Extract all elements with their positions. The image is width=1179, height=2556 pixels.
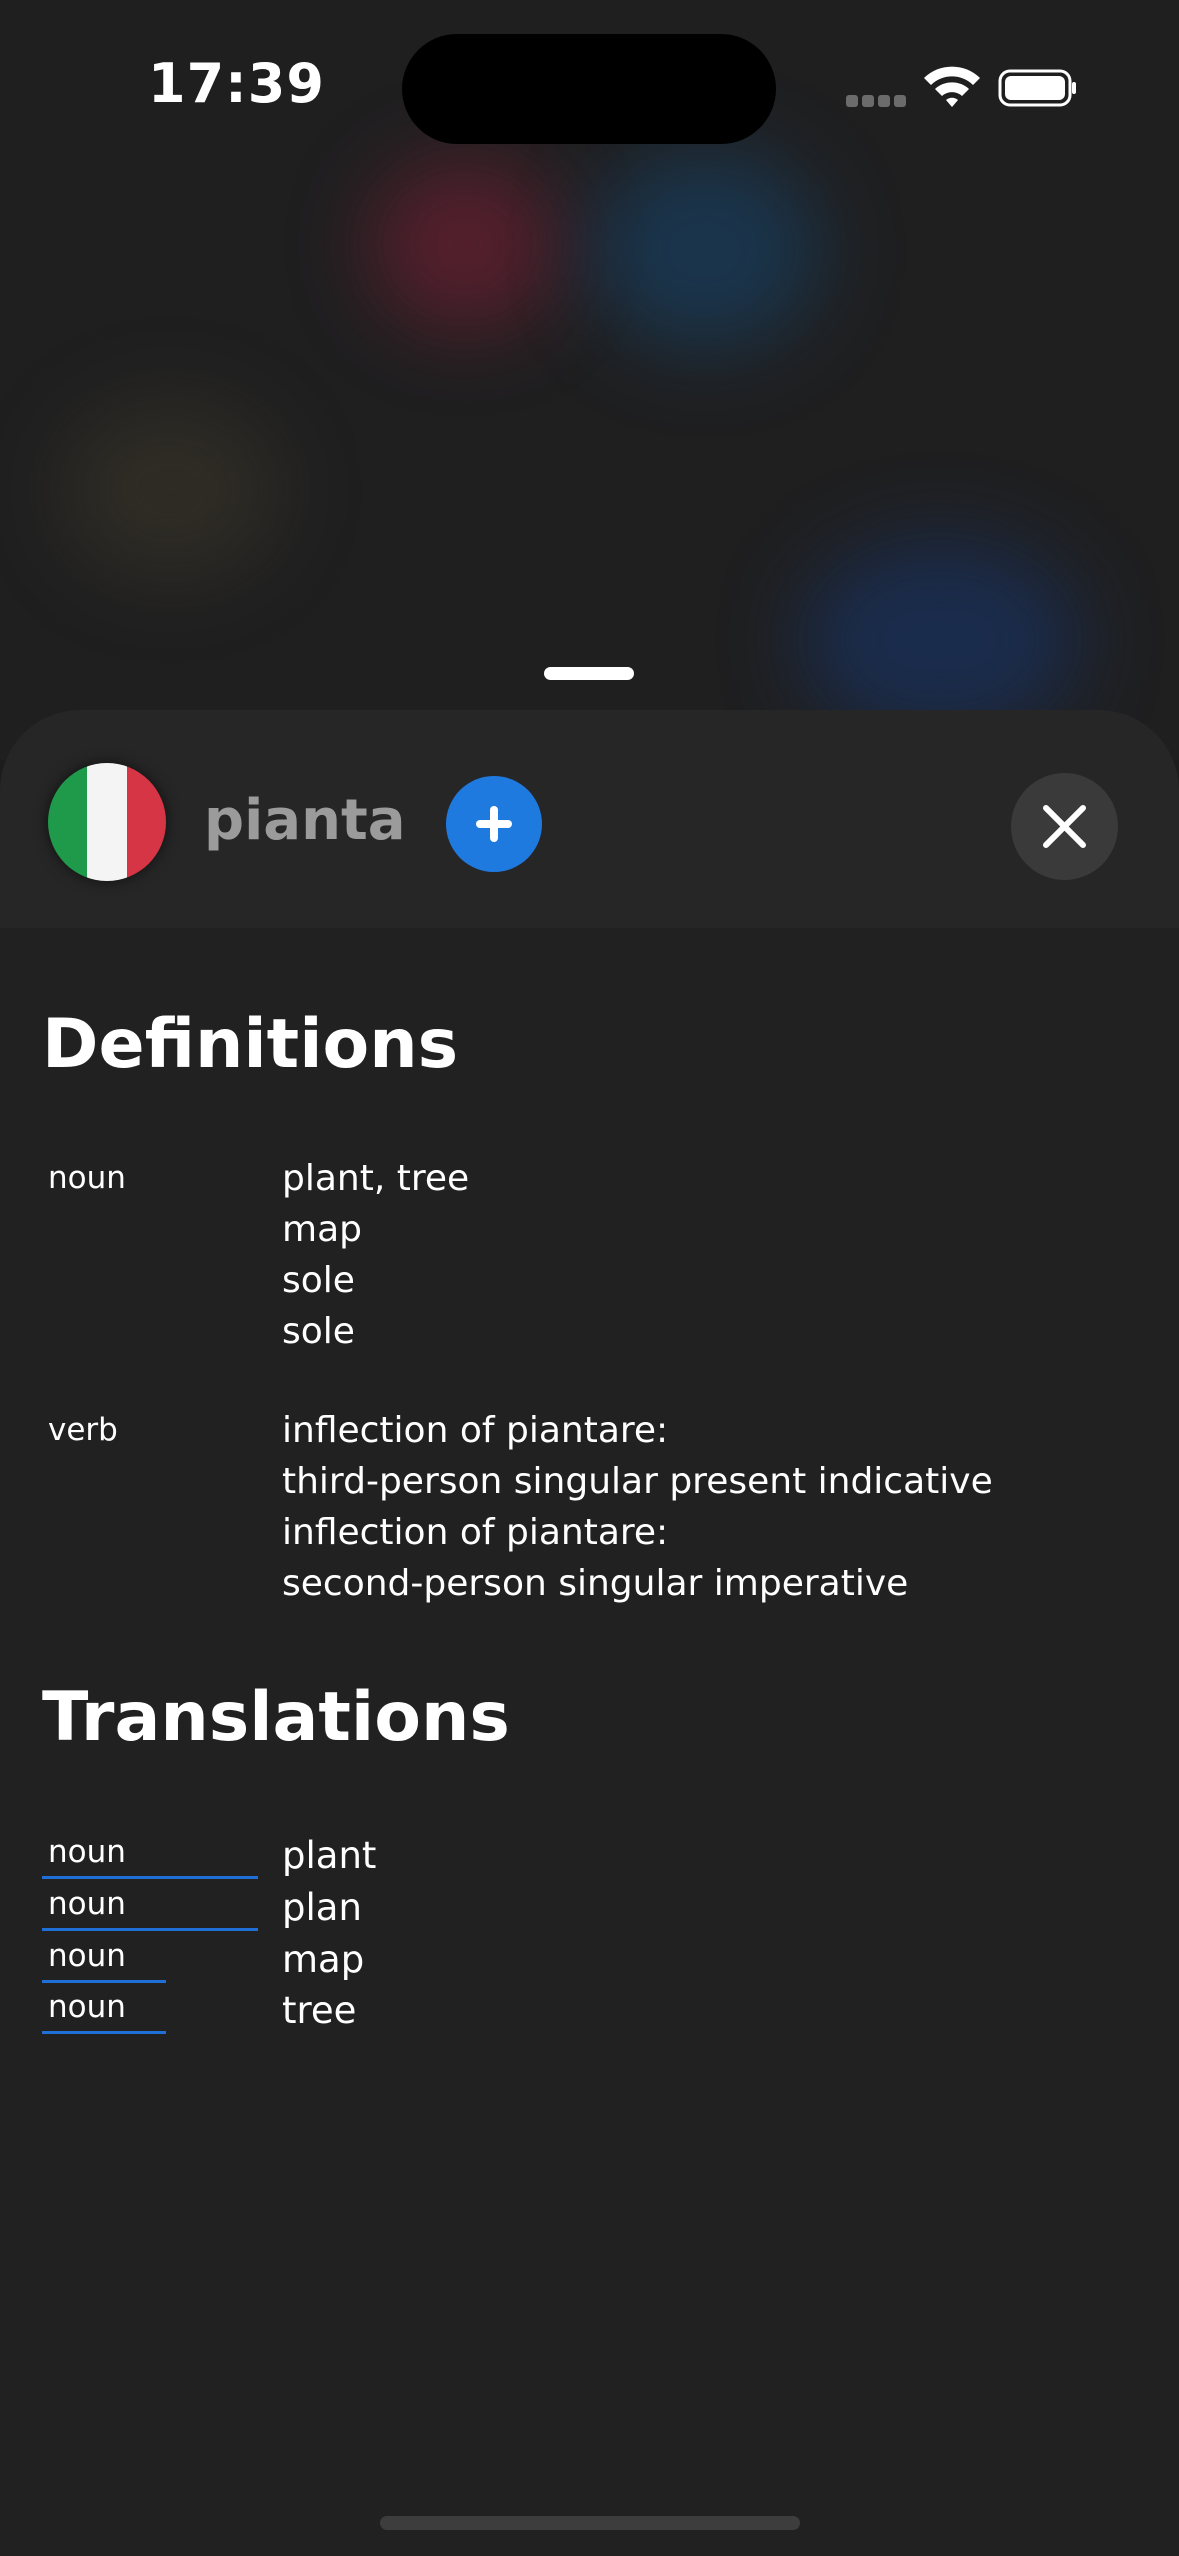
pos-underline (42, 1876, 258, 1879)
background-blur-blob (590, 150, 820, 350)
flag-stripe-green (48, 763, 88, 881)
battery-icon (998, 69, 1076, 107)
sheet-header: pianta (0, 710, 1179, 928)
status-bar: 17:39 (0, 0, 1179, 170)
close-icon (1043, 805, 1086, 848)
definition-item: second-person singular imperative (282, 1563, 909, 1604)
definition-item: third-person singular present indicative (282, 1461, 993, 1502)
background-blur-blob (60, 400, 280, 580)
pos-underline (42, 2031, 166, 2034)
translations-heading: Translations (42, 1678, 510, 1757)
background-blur-blob (370, 160, 560, 330)
translation-row[interactable]: noun tree (0, 1989, 1179, 2041)
flag-stripe-red (126, 763, 166, 881)
translation-pos-label: noun (48, 1989, 126, 2025)
translation-value: tree (282, 1989, 357, 2032)
word-title: pianta (204, 788, 406, 853)
translation-value: plant (282, 1834, 377, 1877)
wifi-icon (924, 66, 980, 107)
definition-item: plant, tree (282, 1158, 470, 1199)
dynamic-island (402, 34, 776, 144)
translation-row[interactable]: noun plant (0, 1834, 1179, 1886)
add-word-button[interactable] (446, 776, 542, 872)
definition-item: map (282, 1209, 362, 1250)
translation-value: plan (282, 1886, 362, 1929)
definition-list: inflection of piantare: third-person sin… (282, 1405, 993, 1609)
translation-pos-label: noun (48, 1938, 126, 1974)
translation-pos-label: noun (48, 1834, 126, 1870)
definition-list: plant, tree map sole sole (282, 1153, 469, 1357)
translation-pos-label: noun (48, 1886, 126, 1922)
word-detail-sheet: pianta Definitions noun plant, tree map … (0, 710, 1179, 2556)
definitions-heading: Definitions (42, 1005, 459, 1084)
close-button[interactable] (1011, 773, 1118, 880)
translation-row[interactable]: noun map (0, 1938, 1179, 1990)
translation-row[interactable]: noun plan (0, 1886, 1179, 1938)
definition-pos-label: noun (48, 1160, 126, 1196)
home-indicator (380, 2516, 800, 2530)
flag-stripe-white (87, 763, 127, 881)
cellular-signal-icon (846, 92, 910, 111)
definition-item: inflection of piantare: (282, 1410, 669, 1451)
definition-item: sole (282, 1311, 355, 1352)
italian-flag-icon (48, 763, 166, 881)
pos-underline (42, 1928, 258, 1931)
definition-item: inflection of piantare: (282, 1512, 669, 1553)
sheet-grabber[interactable] (544, 667, 634, 680)
definition-item: sole (282, 1260, 355, 1301)
translation-value: map (282, 1938, 365, 1981)
status-time: 17:39 (148, 52, 325, 115)
plus-icon (476, 806, 512, 842)
definition-pos-label: verb (48, 1412, 118, 1448)
pos-underline (42, 1980, 166, 1983)
